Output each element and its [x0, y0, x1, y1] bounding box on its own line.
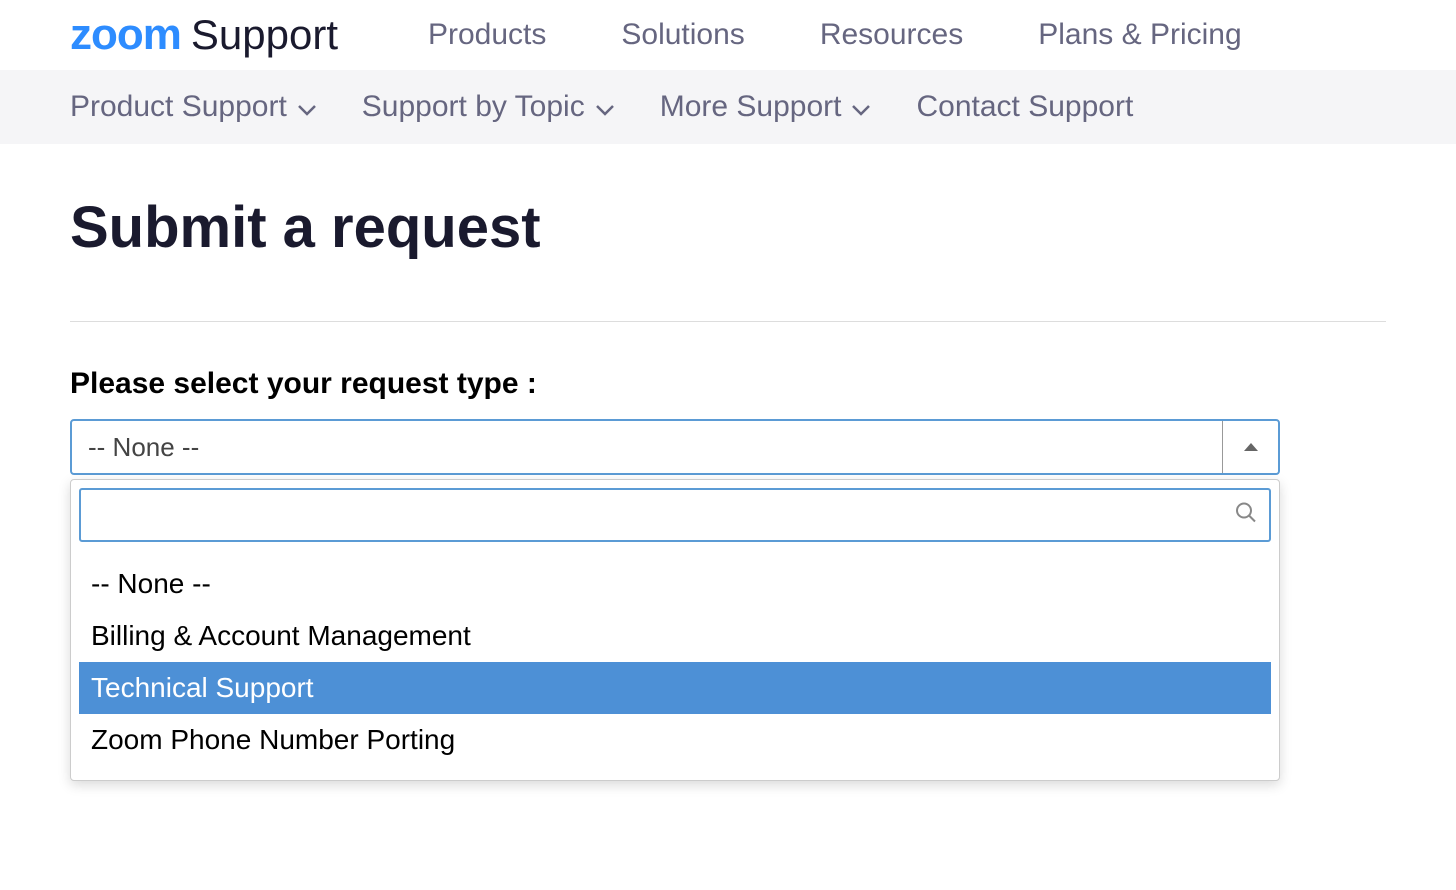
select-current-value: -- None --: [72, 421, 1222, 473]
request-type-label: Please select your request type :: [70, 367, 1386, 401]
option-technical-support[interactable]: Technical Support: [79, 662, 1271, 714]
option-phone-porting[interactable]: Zoom Phone Number Porting: [79, 714, 1271, 766]
sub-nav: Product Support Support by Topic More Su…: [0, 70, 1456, 144]
subnav-product-support[interactable]: Product Support: [70, 90, 317, 124]
top-nav: zoom Support Products Solutions Resource…: [0, 0, 1456, 70]
option-none[interactable]: -- None --: [79, 558, 1271, 610]
subnav-support-by-topic[interactable]: Support by Topic: [362, 90, 615, 124]
subnav-label: Contact Support: [916, 90, 1133, 124]
page-title: Submit a request: [70, 194, 1386, 261]
chevron-down-icon: [297, 90, 317, 124]
search-icon: [1235, 502, 1257, 529]
dropdown-panel: -- None -- Billing & Account Management …: [70, 479, 1280, 781]
logo-suffix: Support: [191, 11, 338, 59]
dropdown-search-input[interactable]: [79, 488, 1271, 542]
request-type-select-container: -- None -- --: [70, 419, 1280, 475]
nav-products[interactable]: Products: [428, 18, 546, 52]
nav-solutions[interactable]: Solutions: [621, 18, 744, 52]
subnav-contact-support[interactable]: Contact Support: [916, 90, 1133, 124]
dropdown-options-list: -- None -- Billing & Account Management …: [79, 552, 1271, 772]
logo-brand: zoom: [70, 10, 181, 60]
chevron-down-icon: [595, 90, 615, 124]
request-type-select[interactable]: -- None --: [70, 419, 1280, 475]
subnav-label: More Support: [660, 90, 842, 124]
dropdown-search-container: [79, 488, 1271, 542]
top-nav-links: Products Solutions Resources Plans & Pri…: [428, 18, 1242, 52]
divider: [70, 321, 1386, 322]
option-billing[interactable]: Billing & Account Management: [79, 610, 1271, 662]
nav-resources[interactable]: Resources: [820, 18, 963, 52]
caret-up-icon: [1244, 438, 1258, 456]
subnav-label: Product Support: [70, 90, 287, 124]
subnav-more-support[interactable]: More Support: [660, 90, 872, 124]
chevron-down-icon: [851, 90, 871, 124]
nav-plans-pricing[interactable]: Plans & Pricing: [1038, 18, 1241, 52]
main-content: Submit a request Please select your requ…: [0, 144, 1456, 525]
select-toggle-button[interactable]: [1222, 421, 1278, 473]
logo[interactable]: zoom Support: [70, 10, 338, 60]
subnav-label: Support by Topic: [362, 90, 585, 124]
